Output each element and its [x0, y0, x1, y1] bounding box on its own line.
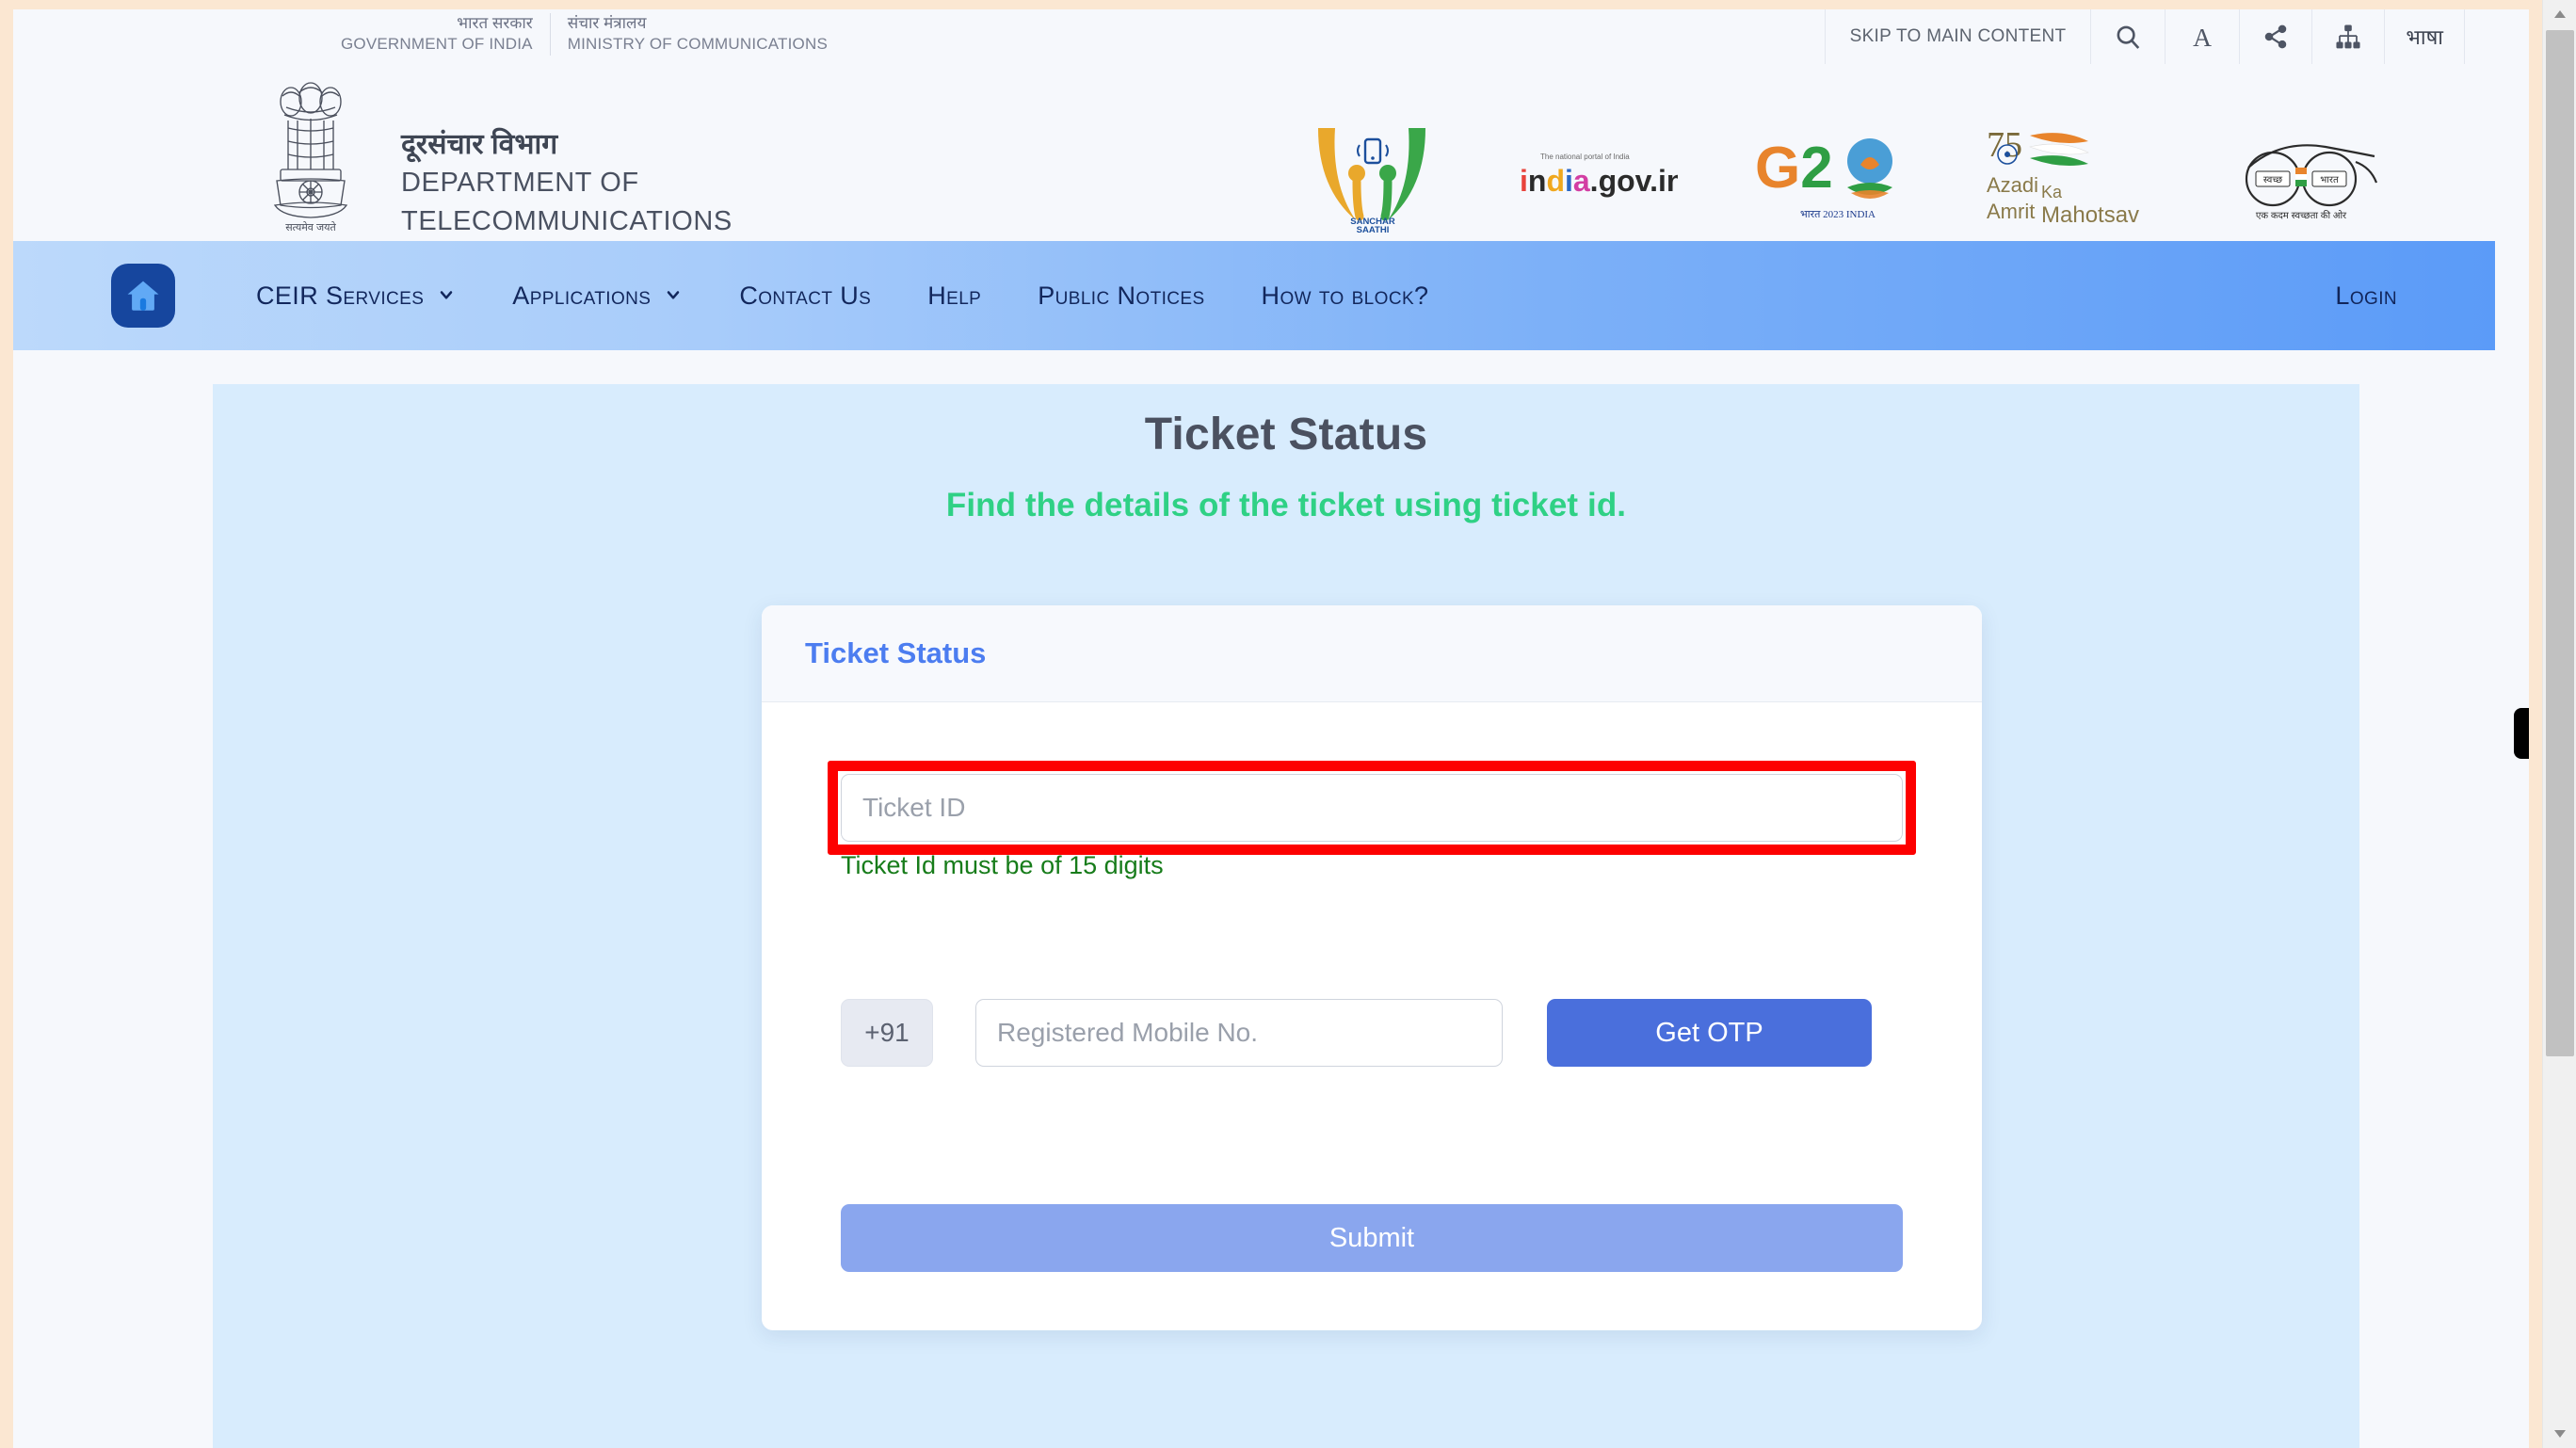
nav-item-public-notices[interactable]: Public Notices — [1009, 282, 1232, 311]
page-title: Ticket Status — [1144, 410, 1428, 459]
azadi-line3: Amrit — [1987, 200, 2035, 223]
azadi-line4: Mahotsav — [2041, 202, 2139, 228]
nav-item-help[interactable]: Help — [899, 282, 1009, 311]
ministry-of-communications-label: MINISTRY OF COMMUNICATIONS — [567, 35, 828, 54]
search-icon[interactable] — [2090, 9, 2165, 64]
svg-text:india.gov.in: india.gov.in — [1520, 164, 1678, 198]
browser-viewport: भारत सरकार GOVERNMENT OF INDIA संचार मंत… — [13, 9, 2529, 1448]
nav-item-label: Help — [927, 281, 982, 310]
swachh-bharat-inner1: स्वच्छ — [2263, 175, 2282, 185]
share-icon[interactable] — [2239, 9, 2311, 64]
government-of-india-block: भारत सरकार GOVERNMENT OF INDIA — [324, 13, 550, 56]
ticket-id-input[interactable] — [841, 774, 1903, 842]
nav-item-label: Applications — [512, 281, 652, 310]
skip-to-main-content-link[interactable]: SKIP TO MAIN CONTENT — [1824, 9, 2091, 64]
scroll-up-arrow-icon[interactable] — [2543, 0, 2576, 28]
svg-text:A: A — [2193, 23, 2212, 51]
submit-button[interactable]: Submit — [841, 1204, 1903, 1272]
swachh-bharat-caption: एक कदम स्वच्छता की ओर — [2256, 210, 2347, 221]
chevron-down-icon — [664, 282, 683, 311]
scroll-down-arrow-icon[interactable] — [2543, 1420, 2576, 1448]
azadi-line1: Azadi — [1987, 173, 2038, 197]
scrollbar-thumb[interactable] — [2546, 30, 2574, 1056]
country-code-label: +91 — [841, 999, 933, 1067]
card-header: Ticket Status — [762, 605, 1982, 702]
government-of-india-label: GOVERNMENT OF INDIA — [341, 35, 533, 54]
partner-logo-strip: SANCHAR SAATHI The national portal of In… — [1303, 113, 2378, 235]
ticket-id-validation-message: Ticket Id must be of 15 digits — [841, 851, 1164, 879]
bharat-sarkar-label: भारत सरकार — [457, 14, 533, 32]
ministry-of-communications-block: संचार मंत्रालय MINISTRY OF COMMUNICATION… — [549, 13, 845, 56]
sanchar-saathi-caption2: SAATHI — [1357, 225, 1390, 233]
browser-scrollbar[interactable] — [2542, 0, 2576, 1448]
home-icon[interactable] — [111, 264, 175, 328]
brand-text-block: दूरसंचार विभाग DEPARTMENT OF TELECOMMUNI… — [401, 126, 733, 241]
brand-hindi-title: दूरसंचार विभाग — [401, 129, 558, 160]
ticket-id-field-group — [841, 774, 1903, 842]
side-tab-handle[interactable] — [2514, 708, 2529, 759]
india-gov-tagline: The national portal of India — [1540, 153, 1630, 161]
brand-english-line2: TELECOMMUNICATIONS — [401, 205, 733, 236]
nav-item-contact-us[interactable]: Contact Us — [711, 282, 899, 311]
g20-caption: भारत 2023 INDIA — [1800, 209, 1876, 220]
nav-item-ceir-services[interactable]: CEIR Services — [228, 282, 484, 311]
swachh-bharat-inner2: भारत — [2320, 175, 2339, 185]
mobile-number-row: +91 Get OTP — [841, 999, 1903, 1067]
main-navigation-bar: CEIR Services Applications Contact Us He… — [13, 241, 2495, 350]
nav-item-label: Contact Us — [739, 281, 872, 310]
nav-item-label: Public Notices — [1038, 281, 1205, 310]
nav-item-list: CEIR Services Applications Contact Us He… — [228, 282, 1457, 311]
g20-india-logo[interactable]: G2 भारत 2023 INDIA — [1751, 121, 1911, 227]
get-otp-button[interactable]: Get OTP — [1547, 999, 1872, 1067]
azadi-line2: Ka — [2041, 183, 2063, 201]
azadi-ka-amrit-mahotsav-logo[interactable]: 75 Azadi Ka Amrit Mahotsav — [1985, 119, 2154, 230]
nav-item-label: How to block? — [1261, 281, 1429, 310]
mobile-number-input[interactable] — [975, 999, 1503, 1067]
ticket-status-card: Ticket Status Ticket Id must be of 15 di… — [762, 605, 1982, 1330]
svg-text:G2: G2 — [1755, 136, 1833, 201]
utility-icon-group: SKIP TO MAIN CONTENT A भाषा — [1824, 9, 2465, 64]
main-content-panel: Ticket Status Find the details of the ti… — [213, 384, 2359, 1448]
page-subtitle: Find the details of the ticket using tic… — [945, 487, 1627, 523]
nav-item-applications[interactable]: Applications — [484, 282, 711, 311]
sanchar-saathi-logo[interactable]: SANCHAR SAATHI — [1303, 115, 1444, 233]
state-emblem-icon: सत्यमेव जयते — [260, 72, 362, 233]
card-title: Ticket Status — [805, 636, 987, 669]
sitemap-icon[interactable] — [2311, 9, 2384, 64]
nav-item-how-to-block[interactable]: How to block? — [1233, 282, 1457, 311]
government-identity-block: भारत सरकार GOVERNMENT OF INDIA संचार मंत… — [324, 13, 845, 56]
font-size-icon[interactable]: A — [2165, 9, 2239, 64]
emblem-motto: सत्यमेव जयते — [285, 221, 336, 233]
sanchar-mantralaya-label: संचार मंत्रालय — [567, 14, 647, 32]
chevron-down-icon — [437, 282, 456, 311]
top-utility-bar: भारत सरकार GOVERNMENT OF INDIA संचार मंत… — [13, 9, 2495, 64]
nav-item-label: CEIR Services — [256, 281, 425, 310]
login-link[interactable]: Login — [2335, 282, 2397, 311]
brand-english-line1: DEPARTMENT OF — [401, 167, 639, 198]
language-selector[interactable]: भाषा — [2384, 9, 2465, 64]
swachh-bharat-logo[interactable]: स्वच्छ भारत एक कदम स्वच्छता की ओर — [2228, 124, 2397, 224]
site-brand-header: सत्यमेव जयते दूरसंचार विभाग DEPARTMENT O… — [13, 64, 2495, 241]
india-gov-in-logo[interactable]: The national portal of India india.gov.i… — [1518, 138, 1678, 210]
